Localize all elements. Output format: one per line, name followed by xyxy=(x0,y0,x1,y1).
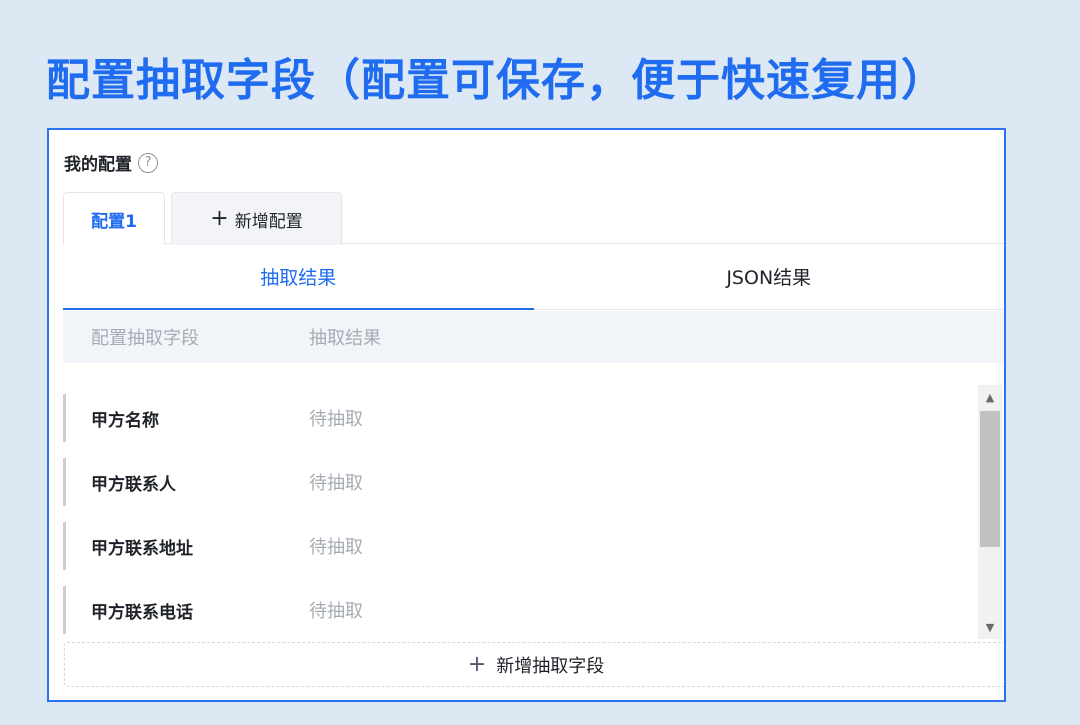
add-config-label: 新增配置 xyxy=(234,211,303,232)
field-value: 待抽取 xyxy=(309,409,363,430)
table-header: 配置抽取字段 抽取结果 xyxy=(63,311,1004,363)
vertical-scrollbar[interactable]: ▲ ▼ xyxy=(978,385,1002,639)
tab-config-1[interactable]: 配置1 xyxy=(63,192,165,245)
help-icon[interactable]: ? xyxy=(138,152,158,173)
field-value: 待抽取 xyxy=(309,601,363,622)
config-panel: 我的配置 ? 配置1 + 新增配置 抽取结果 JSON结果 配置抽取字段 抽取结… xyxy=(47,128,1006,702)
field-value: 待抽取 xyxy=(309,473,363,494)
tab-config-1-label: 配置1 xyxy=(91,211,137,232)
scroll-up-arrow-icon[interactable]: ▲ xyxy=(978,385,1002,409)
my-config-label: 我的配置 xyxy=(64,155,132,175)
table-row[interactable]: 甲方联系电话 待抽取 xyxy=(63,578,977,636)
field-name: 甲方联系地址 xyxy=(91,538,193,559)
table-row[interactable]: 甲方名称 待抽取 xyxy=(63,386,977,450)
tab-json-result-label: JSON结果 xyxy=(726,267,812,289)
result-tab-bar: 抽取结果 JSON结果 xyxy=(63,244,1004,310)
field-name: 甲方名称 xyxy=(91,410,159,431)
plus-icon: + xyxy=(210,206,229,231)
scroll-down-arrow-icon[interactable]: ▼ xyxy=(978,615,1002,639)
tab-extraction-result[interactable]: 抽取结果 xyxy=(63,244,534,310)
field-value: 待抽取 xyxy=(309,537,363,558)
add-config-button[interactable]: + 新增配置 xyxy=(171,192,342,245)
field-list: 甲方名称 待抽取 甲方联系人 待抽取 甲方联系地址 待抽取 甲方联系电话 待抽取 xyxy=(63,386,977,636)
my-config-header: 我的配置 ? xyxy=(64,150,158,175)
scrollbar-thumb[interactable] xyxy=(980,411,1000,547)
page-headline: 配置抽取字段（配置可保存，便于快速复用） xyxy=(46,55,946,106)
column-header-result: 抽取结果 xyxy=(309,328,381,349)
add-field-button[interactable]: + 新增抽取字段 xyxy=(64,642,1004,687)
table-row[interactable]: 甲方联系人 待抽取 xyxy=(63,450,977,514)
plus-icon: + xyxy=(467,651,487,677)
tab-extraction-result-label: 抽取结果 xyxy=(260,267,337,289)
add-field-label: 新增抽取字段 xyxy=(496,655,605,677)
column-header-field: 配置抽取字段 xyxy=(91,328,199,349)
field-name: 甲方联系人 xyxy=(91,474,176,495)
config-tab-bar: 配置1 + 新增配置 xyxy=(63,192,1004,245)
tab-json-result[interactable]: JSON结果 xyxy=(534,244,1005,309)
field-name: 甲方联系电话 xyxy=(91,602,193,623)
table-row[interactable]: 甲方联系地址 待抽取 xyxy=(63,514,977,578)
